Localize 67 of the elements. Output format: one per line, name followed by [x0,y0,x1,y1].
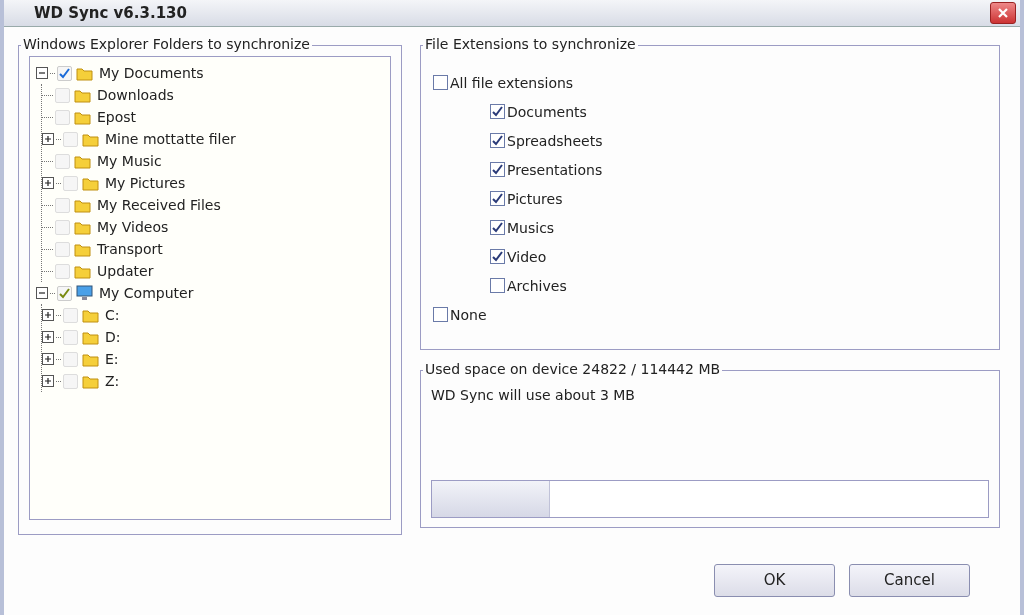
expander-icon[interactable] [42,331,54,343]
checkbox[interactable] [57,65,72,81]
tree-item[interactable]: C: [105,307,120,323]
checkbox[interactable] [490,133,505,148]
expander-icon[interactable] [42,177,54,189]
tree-item[interactable]: Downloads [97,87,174,103]
folder-icon [74,197,91,213]
checkbox-label: Documents [507,103,587,120]
checkbox[interactable] [57,285,72,301]
tree-item[interactable]: Updater [97,263,154,279]
checkbox[interactable] [490,191,505,206]
tree-item[interactable]: My Pictures [105,175,186,191]
tree-item[interactable]: My Videos [97,219,169,235]
dialog-button[interactable]: Cancel [849,563,970,597]
dialog-button[interactable]: OK [714,563,835,597]
checkbox-label: Archives [507,277,567,294]
checkbox[interactable] [490,278,505,293]
tree-item[interactable]: Z: [105,373,120,389]
expander-icon[interactable] [42,353,54,365]
checkbox[interactable] [490,249,505,264]
expander-icon[interactable] [36,67,48,79]
checkbox-label: Video [507,248,547,265]
folder-icon [74,87,91,103]
close-button[interactable] [990,2,1016,24]
tree-item[interactable]: E: [105,351,119,367]
group-title: Windows Explorer Folders to synchronize [21,36,312,52]
folder-icon [82,307,99,323]
checkbox-label: All file extensions [450,74,574,91]
expander-icon[interactable] [36,287,48,299]
folder-icon [74,109,91,125]
expander-icon[interactable] [42,133,54,145]
tree-item[interactable]: Transport [97,241,163,257]
folder-icon [74,263,91,279]
checkbox[interactable] [490,162,505,177]
folder-icon [82,373,99,389]
folder-icon [82,131,99,147]
tree-item[interactable]: D: [105,329,121,345]
checkbox-label: Spreadsheets [507,132,603,149]
folder-icon [74,241,91,257]
monitor-icon [76,285,93,301]
checkbox[interactable] [433,75,448,90]
group-title: Used space on device 24822 / 114442 MB [423,361,723,377]
checkbox[interactable] [433,307,448,322]
tree-item[interactable]: My Music [97,153,162,169]
folder-icon [82,175,99,191]
close-icon [997,7,1009,19]
folder-icon [74,153,91,169]
checkbox-label: Pictures [507,190,563,207]
folder-icon [76,65,93,81]
checkbox[interactable] [490,104,505,119]
folder-icon [74,219,91,235]
expander-icon[interactable] [42,375,54,387]
checkbox-label: Musics [507,219,555,236]
usage-text: WD Sync will use about 3 MB [431,387,636,403]
folder-icon [82,351,99,367]
expander-icon[interactable] [42,309,54,321]
checkbox[interactable] [490,220,505,235]
window-title: WD Sync v6.3.130 [34,4,187,22]
tree-item[interactable]: My Computer [99,285,194,301]
folder-icon [82,329,99,345]
tree-item[interactable]: Epost [97,109,137,125]
tree-item[interactable]: Mine mottatte filer [105,131,236,147]
group-title: File Extensions to synchronize [423,36,638,52]
tree-item[interactable]: My Documents [99,65,204,81]
checkbox-label: None [450,306,487,323]
checkbox-label: Presentations [507,161,603,178]
tree-item[interactable]: My Received Files [97,197,221,213]
